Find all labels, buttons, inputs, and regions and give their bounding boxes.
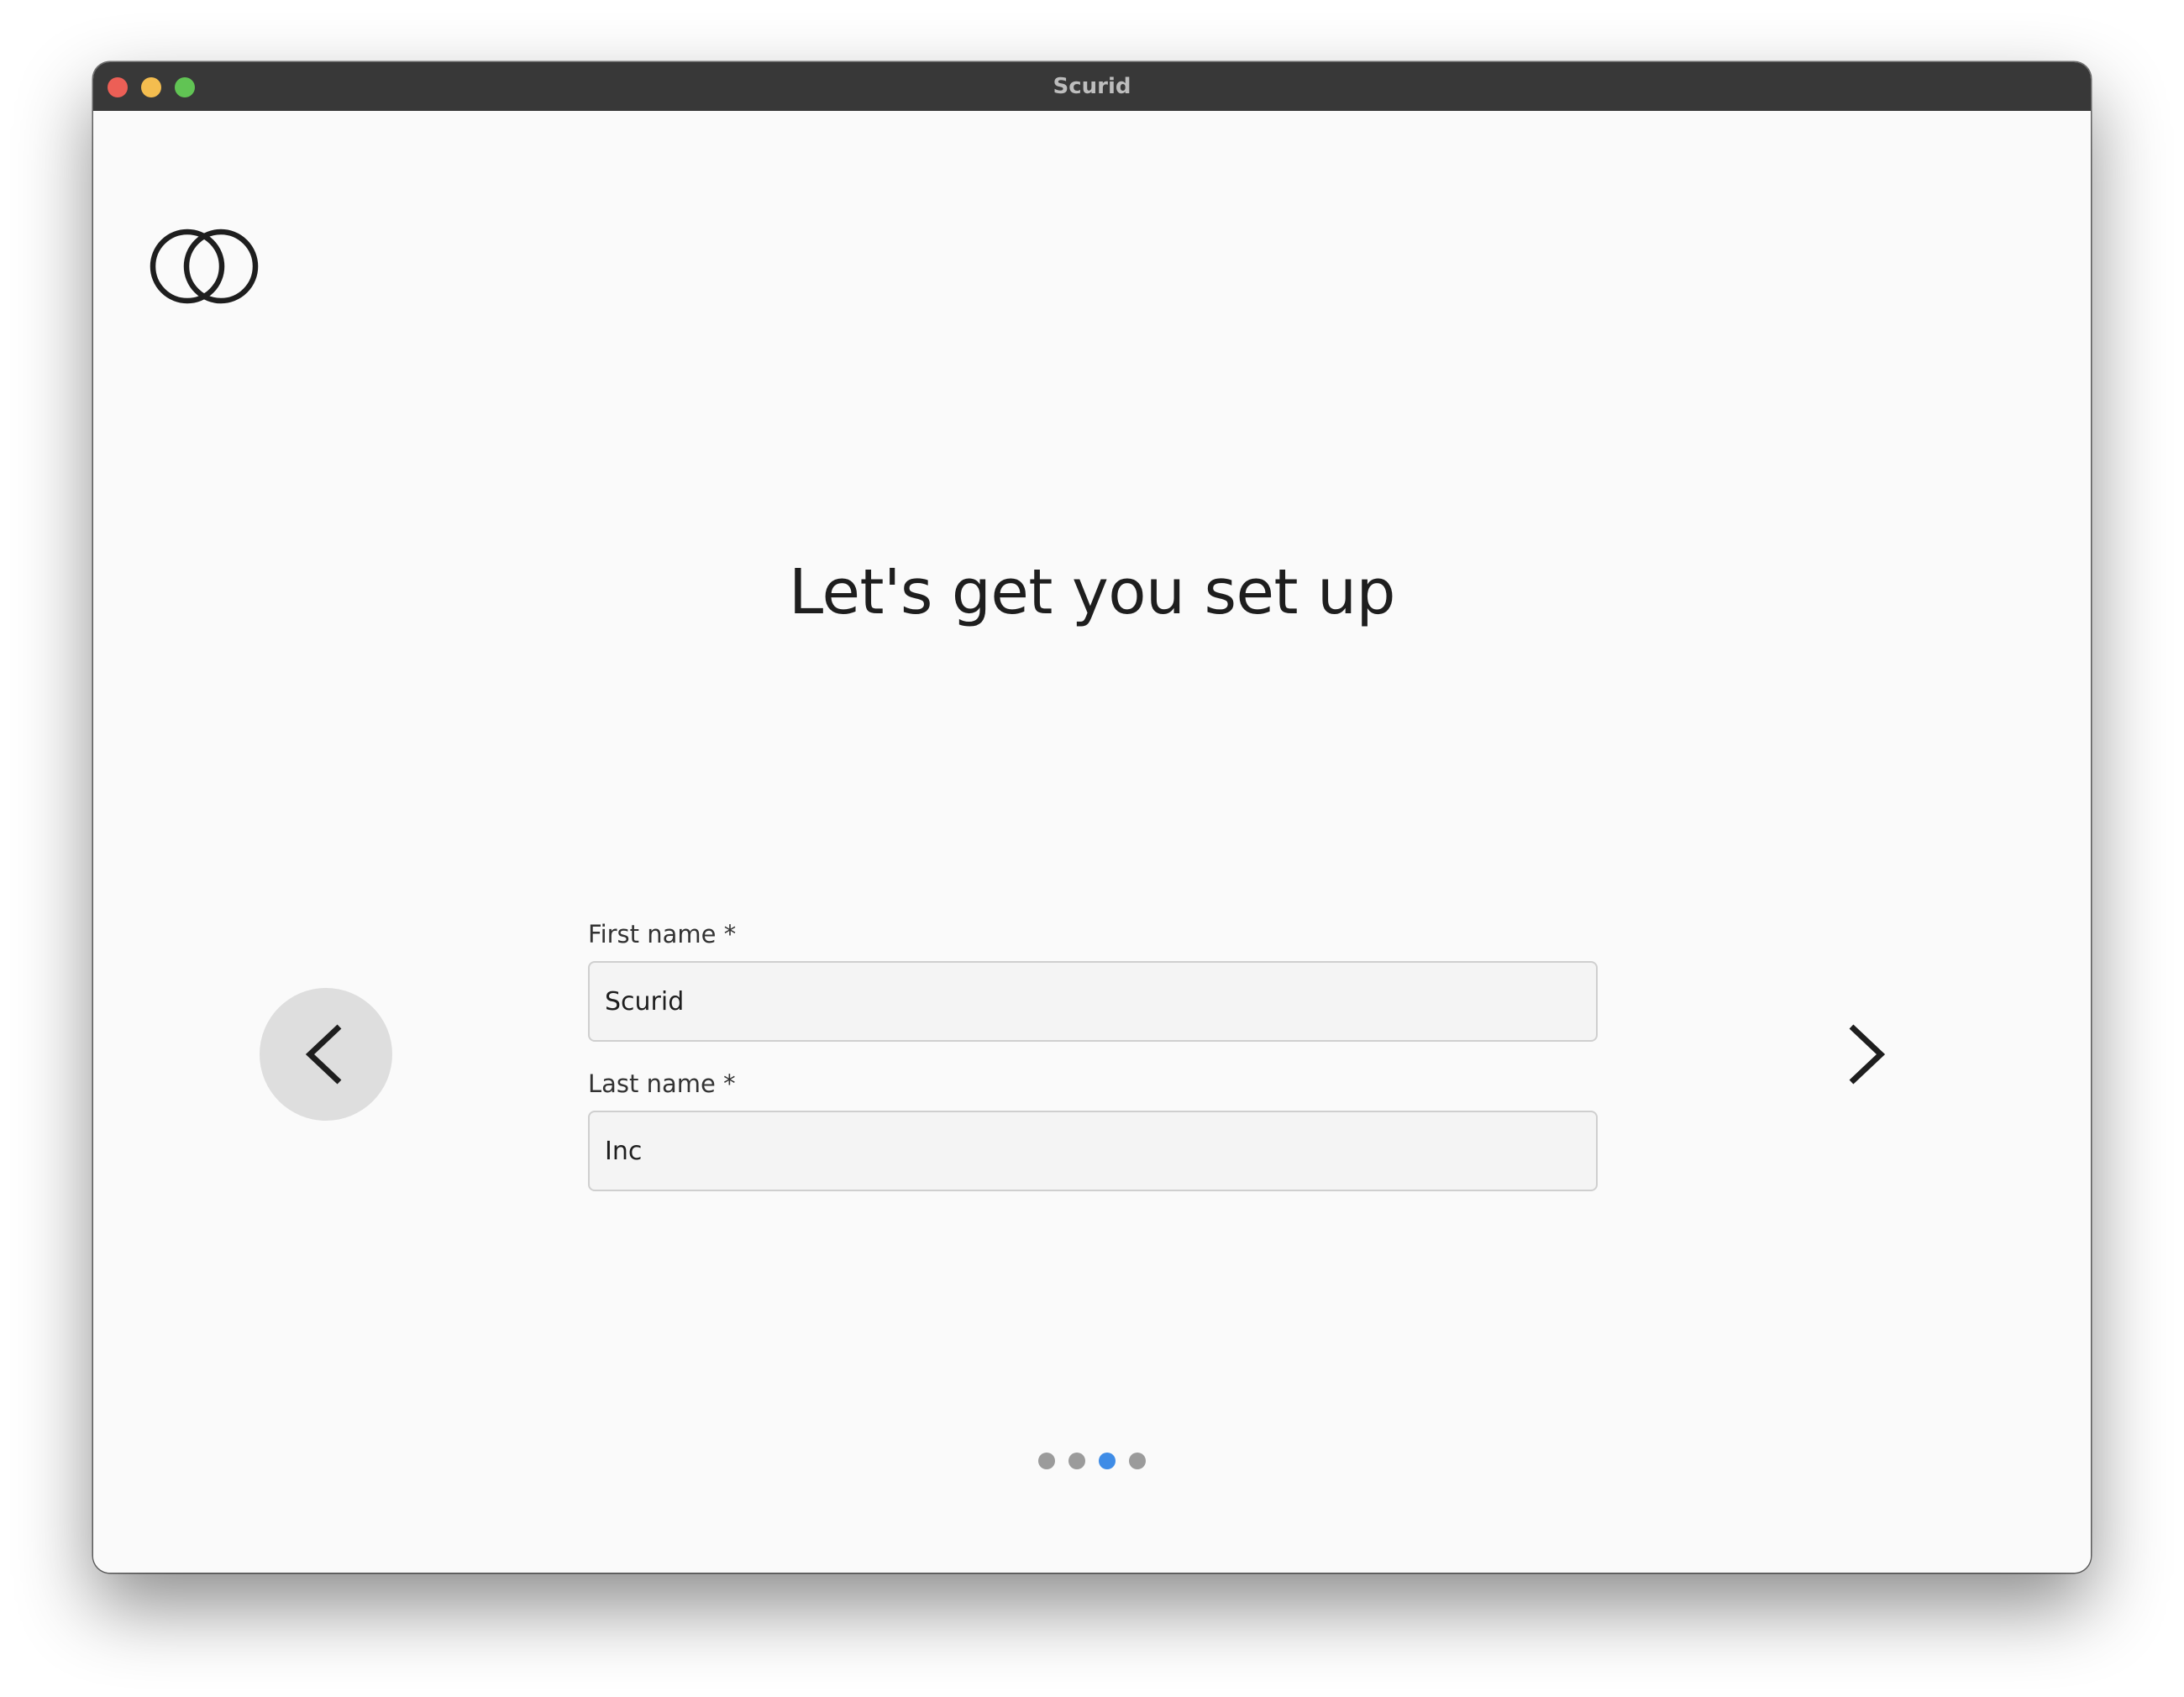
- step-dot-1[interactable]: [1038, 1453, 1055, 1469]
- interlocked-circles-logo-icon: [149, 229, 260, 306]
- last-name-input[interactable]: [588, 1111, 1598, 1191]
- step-dot-2[interactable]: [1068, 1453, 1085, 1469]
- title-bar[interactable]: Scurid: [93, 62, 2091, 112]
- next-step-button[interactable]: [1798, 988, 1931, 1121]
- desktop-background: Scurid Let's get you set up First name *…: [0, 0, 2184, 1697]
- step-dot-4[interactable]: [1129, 1453, 1146, 1469]
- chevron-left-icon: [305, 1024, 342, 1085]
- onboarding-screen: Let's get you set up First name * Last n…: [93, 111, 2091, 1573]
- first-name-label: First name *: [588, 920, 737, 948]
- step-dot-3[interactable]: [1099, 1453, 1116, 1469]
- previous-step-button[interactable]: [260, 988, 392, 1121]
- name-form: First name * Last name *: [588, 917, 1598, 1191]
- first-name-input[interactable]: [588, 961, 1598, 1042]
- app-window: Scurid Let's get you set up First name *…: [93, 62, 2091, 1573]
- step-pagination: [93, 1453, 2091, 1473]
- chevron-right-icon: [1849, 1024, 1886, 1085]
- page-title: Let's get you set up: [789, 556, 1395, 628]
- window-title: Scurid: [1053, 74, 1131, 99]
- last-name-label: Last name *: [588, 1069, 736, 1098]
